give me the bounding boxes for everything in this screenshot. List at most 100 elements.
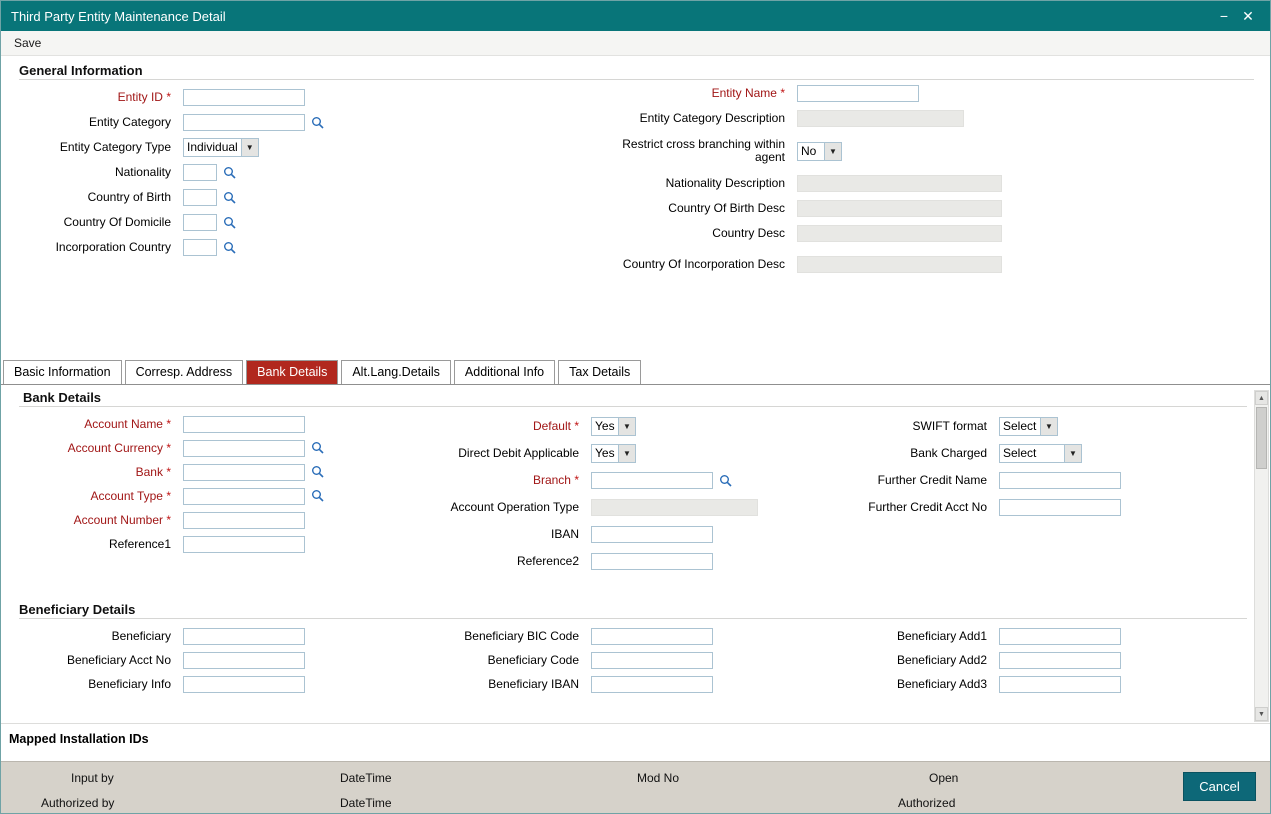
close-icon[interactable]: ✕	[1236, 6, 1260, 26]
beneficiary-add3-label: Beneficiary Add3	[896, 676, 987, 691]
further-credit-name-label: Further Credit Name	[877, 473, 987, 487]
entity-name-label: Entity Name *	[711, 86, 785, 100]
entity-category-description-input	[797, 110, 964, 127]
restrict-cross-branching-select[interactable]: No ▼	[797, 141, 842, 161]
country-of-birth-input[interactable]	[183, 189, 217, 206]
tab-basic-information[interactable]: Basic Information	[3, 360, 122, 384]
chevron-down-icon[interactable]: ▼	[1040, 418, 1057, 435]
swift-format-select[interactable]: Select ▼	[999, 417, 1058, 436]
country-of-birth-lookup-icon[interactable]	[223, 191, 237, 205]
save-button[interactable]: Save	[14, 36, 41, 50]
field-beneficiary-add1: Beneficiary Add1	[809, 624, 1249, 648]
account-type-lookup-icon[interactable]	[311, 489, 325, 503]
beneficiary-add1-input[interactable]	[999, 627, 1121, 645]
entity-category-input[interactable]	[183, 114, 305, 131]
country-of-birth-desc-label: Country Of Birth Desc	[668, 201, 785, 215]
restrict-cross-branching-value: No	[801, 143, 817, 158]
account-type-input[interactable]	[183, 487, 305, 505]
further-credit-acct-no-input[interactable]	[999, 499, 1121, 516]
beneficiary-iban-label: Beneficiary IBAN	[488, 676, 579, 691]
nationality-lookup-icon[interactable]	[223, 166, 237, 180]
beneficiary-iban-input[interactable]	[591, 675, 713, 693]
bank-charged-label: Bank Charged	[910, 446, 987, 460]
scrollbar-thumb[interactable]	[1256, 407, 1267, 469]
beneficiary-acct-no-input[interactable]	[183, 651, 305, 669]
country-of-domicile-input[interactable]	[183, 214, 217, 231]
direct-debit-applicable-value: Yes	[595, 446, 615, 460]
reference1-input[interactable]	[183, 535, 305, 553]
tab-additional-info[interactable]: Additional Info	[453, 360, 556, 384]
further-credit-name-input[interactable]	[999, 472, 1121, 489]
field-restrict-cross-branching: Restrict cross branching within agent No…	[617, 131, 1257, 171]
default-label: Default *	[532, 419, 579, 433]
entity-id-input[interactable]	[183, 89, 305, 106]
footer: Input by DateTime Mod No Open Authorized…	[1, 761, 1270, 813]
bank-input[interactable]	[183, 463, 305, 481]
entity-category-type-select[interactable]: Individual ▼	[183, 138, 259, 157]
nationality-label: Nationality	[114, 165, 171, 179]
account-currency-input[interactable]	[183, 439, 305, 457]
entity-category-lookup-icon[interactable]	[311, 116, 325, 130]
title-bar: Third Party Entity Maintenance Detail − …	[1, 1, 1270, 31]
field-beneficiary-acct-no: Beneficiary Acct No	[1, 648, 371, 672]
reference2-label: Reference2	[516, 554, 579, 568]
general-divider	[19, 79, 1254, 80]
field-entity-category-type: Entity Category Type Individual ▼	[1, 135, 371, 160]
direct-debit-applicable-label: Direct Debit Applicable	[458, 446, 579, 460]
vertical-scrollbar[interactable]: ▲ ▼	[1254, 390, 1269, 722]
entity-name-input[interactable]	[797, 85, 919, 102]
beneficiary-code-label: Beneficiary Code	[487, 652, 579, 667]
branch-input[interactable]	[591, 472, 713, 489]
minimize-icon[interactable]: −	[1212, 6, 1236, 26]
default-select[interactable]: Yes ▼	[591, 417, 636, 436]
chevron-down-icon[interactable]: ▼	[618, 418, 635, 435]
reference1-label: Reference1	[108, 536, 171, 551]
nationality-input[interactable]	[183, 164, 217, 181]
account-number-input[interactable]	[183, 511, 305, 529]
chevron-down-icon[interactable]: ▼	[240, 139, 258, 156]
field-reference2: Reference2	[401, 548, 821, 575]
incorporation-country-lookup-icon[interactable]	[223, 241, 237, 255]
field-entity-id: Entity ID *	[1, 85, 371, 110]
beneficiary-info-input[interactable]	[183, 675, 305, 693]
tab-alt-lang-details[interactable]: Alt.Lang.Details	[341, 360, 451, 384]
beneficiary-code-input[interactable]	[591, 651, 713, 669]
chevron-down-icon[interactable]: ▼	[618, 445, 635, 462]
chevron-down-icon[interactable]: ▼	[1064, 445, 1081, 462]
beneficiary-label: Beneficiary	[111, 628, 171, 643]
iban-input[interactable]	[591, 526, 713, 543]
account-currency-lookup-icon[interactable]	[311, 441, 325, 455]
tab-bank-details[interactable]: Bank Details	[246, 360, 339, 384]
field-account-currency: Account Currency *	[1, 436, 371, 460]
branch-lookup-icon[interactable]	[719, 474, 733, 488]
datetime-label-2: DateTime	[340, 796, 392, 810]
incorporation-country-input[interactable]	[183, 239, 217, 256]
scroll-up-icon[interactable]: ▲	[1255, 391, 1268, 405]
direct-debit-applicable-select[interactable]: Yes ▼	[591, 444, 636, 463]
field-beneficiary-info: Beneficiary Info	[1, 672, 371, 696]
tab-tax-details[interactable]: Tax Details	[558, 360, 642, 384]
field-beneficiary-add3: Beneficiary Add3	[809, 672, 1249, 696]
reference2-input[interactable]	[591, 553, 713, 570]
beneficiary-bic-code-label: Beneficiary BIC Code	[464, 628, 579, 643]
account-name-input[interactable]	[183, 415, 305, 433]
input-by-label: Input by	[71, 771, 114, 785]
tab-corresp-address[interactable]: Corresp. Address	[124, 360, 244, 384]
beneficiary-add2-input[interactable]	[999, 651, 1121, 669]
toolbar: Save	[1, 31, 1270, 56]
field-nationality: Nationality	[1, 160, 371, 185]
open-label: Open	[929, 771, 959, 785]
bank-charged-select[interactable]: Select ▼	[999, 444, 1082, 463]
beneficiary-bic-code-input[interactable]	[591, 627, 713, 645]
beneficiary-input[interactable]	[183, 627, 305, 645]
beneficiary-add3-input[interactable]	[999, 675, 1121, 693]
field-beneficiary-add2: Beneficiary Add2	[809, 648, 1249, 672]
scroll-down-icon[interactable]: ▼	[1255, 707, 1268, 721]
country-of-domicile-lookup-icon[interactable]	[223, 216, 237, 230]
restrict-cross-branching-label: Restrict cross branching within agent	[622, 137, 785, 164]
country-desc-input	[797, 225, 1002, 242]
bank-lookup-icon[interactable]	[311, 465, 325, 479]
chevron-down-icon[interactable]: ▼	[824, 142, 841, 160]
beneficiary-details-header: Beneficiary Details	[19, 602, 136, 617]
cancel-button[interactable]: Cancel	[1183, 772, 1256, 801]
